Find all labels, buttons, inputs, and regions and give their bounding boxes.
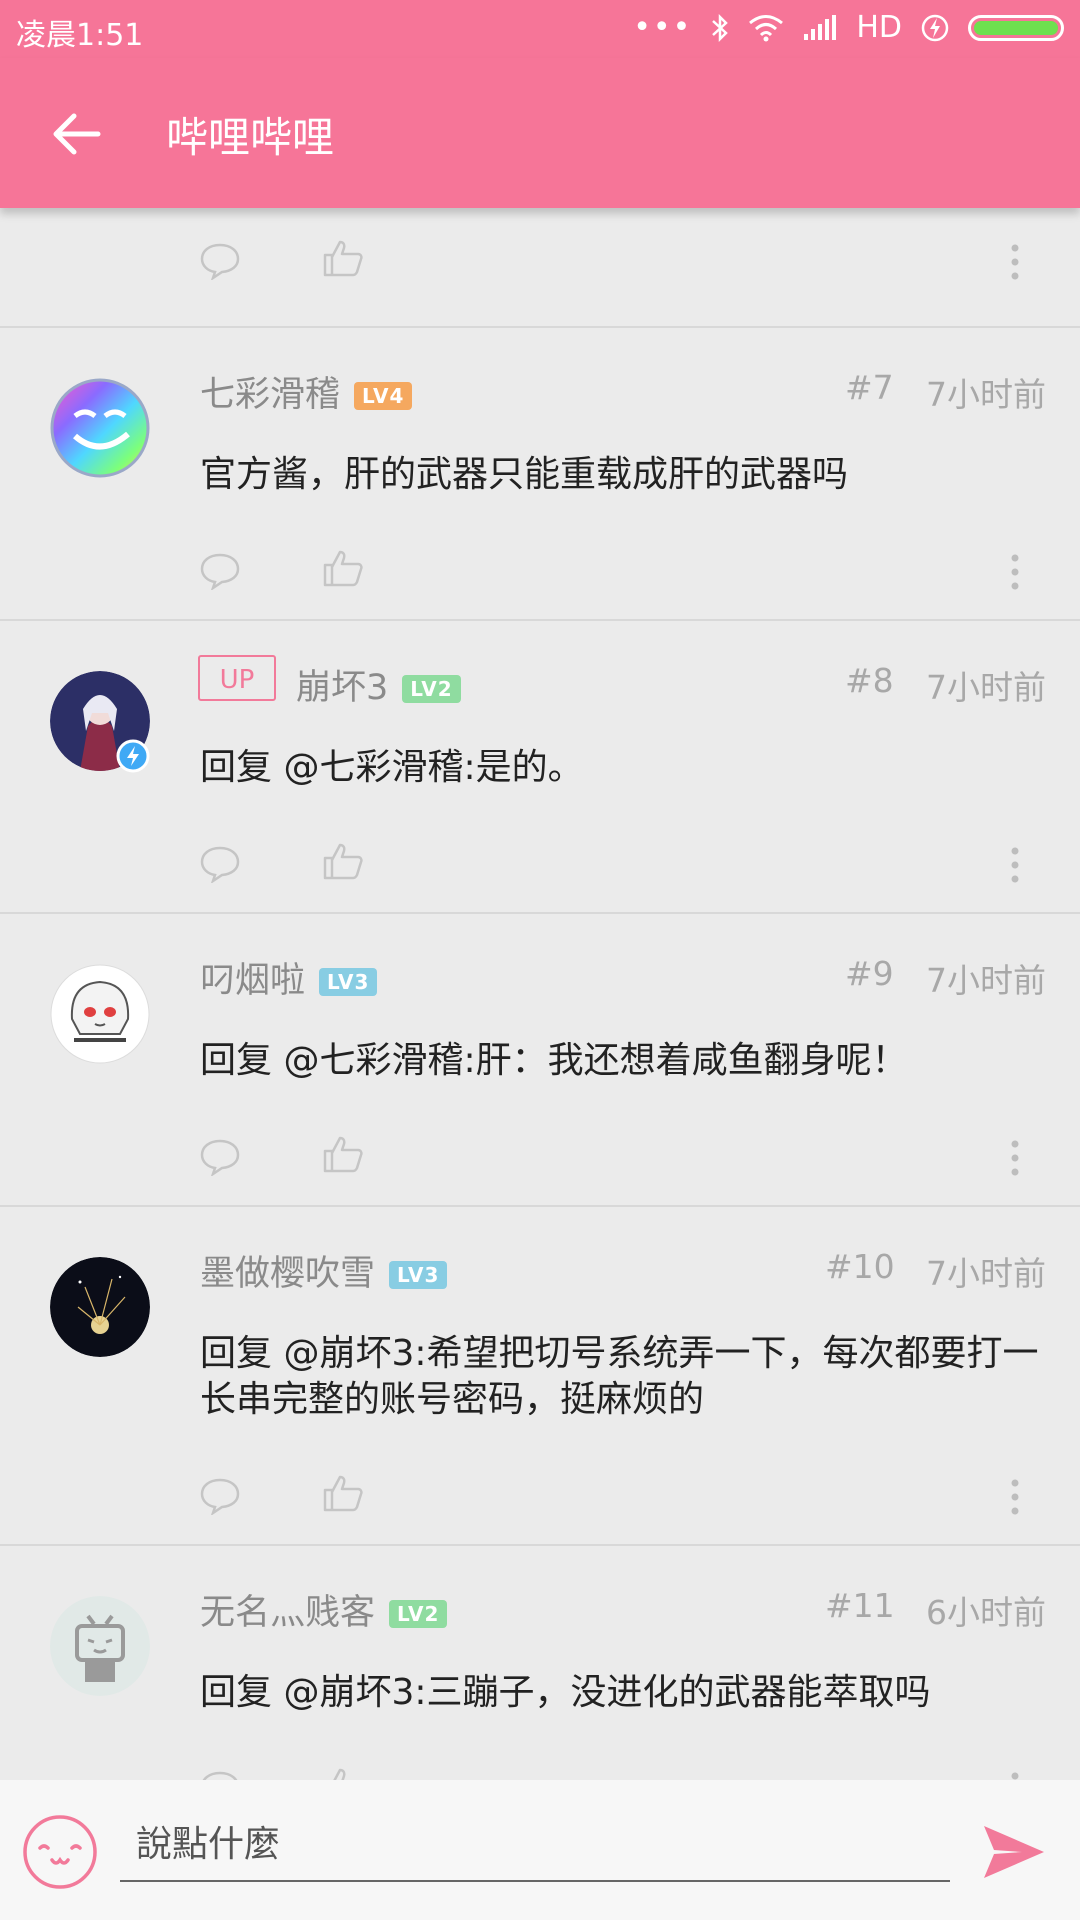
timestamp: 7小时前 <box>926 961 1046 1000</box>
comment-content: 官方酱，肝的武器只能重载成肝的武器吗 <box>200 454 849 495</box>
username-text[interactable]: 叼烟啦 <box>200 961 305 1001</box>
page-title: 哔哩哔哩 <box>166 113 335 162</box>
reply-icon[interactable] <box>200 552 240 590</box>
battery-icon <box>968 14 1064 41</box>
comment-content: 回复 @崩坏3:希望把切号系统弄一下，每次都要打一长串完整的账号密码，挺麻烦的 <box>200 1333 1039 1420</box>
like-icon[interactable] <box>322 548 364 588</box>
more-options-icon[interactable] <box>1010 847 1020 883</box>
comment-content: 回复 @七彩滑稽:是的。 <box>200 747 584 788</box>
list-item: 七彩滑稽 LV4 #7 7小时前 官方酱，肝的武器只能重载成肝的武器吗 <box>0 328 1080 621</box>
send-icon[interactable] <box>982 1822 1046 1882</box>
username-text[interactable]: 无名灬贱客 <box>200 1593 375 1633</box>
username[interactable]: 无名灬贱客 LV2 <box>200 1584 448 1635</box>
comment-content: 回复 @七彩滑稽:肝：我还想着咸鱼翻身呢！ <box>200 1040 908 1081</box>
emoji-icon[interactable] <box>22 1814 98 1890</box>
like-icon[interactable] <box>322 238 364 278</box>
avatar[interactable] <box>50 964 150 1064</box>
timestamp: 6小时前 <box>926 1593 1046 1632</box>
like-icon[interactable] <box>322 1134 364 1174</box>
username-text[interactable]: 七彩滑稽 <box>200 375 340 415</box>
comment-input-bar <box>0 1780 1080 1920</box>
username-text[interactable]: 墨做樱吹雪 <box>200 1254 375 1294</box>
up-badge: UP <box>198 655 276 701</box>
floor-number: #9 <box>845 954 894 993</box>
like-icon[interactable] <box>322 841 364 881</box>
verified-icon <box>116 739 150 773</box>
more-options-icon[interactable] <box>1010 1140 1020 1176</box>
signal-icon <box>804 14 837 40</box>
comment-content: 回复 @崩坏3:三蹦子，没进化的武器能萃取吗 <box>200 1672 931 1713</box>
avatar[interactable] <box>50 1596 150 1696</box>
comment-list[interactable]: 七彩滑稽 LV4 #7 7小时前 官方酱，肝的武器只能重载成肝的武器吗 UP 崩坏… <box>0 208 1080 1780</box>
timestamp: 7小时前 <box>926 668 1046 707</box>
level-badge: LV3 <box>319 968 378 996</box>
reply-icon[interactable] <box>200 1138 240 1176</box>
like-icon[interactable] <box>322 1473 364 1513</box>
back-arrow-icon[interactable] <box>48 104 108 164</box>
floor-number: #10 <box>825 1247 895 1286</box>
avatar[interactable] <box>50 378 150 478</box>
username[interactable]: 崩坏3 LV2 <box>296 659 461 710</box>
list-item: 墨做樱吹雪 LV3 #10 7小时前 回复 @崩坏3:希望把切号系统弄一下，每次都… <box>0 1207 1080 1546</box>
status-bar: 凌晨1:51 ••• HD <box>0 0 1080 58</box>
bluetooth-icon <box>712 13 729 42</box>
like-icon[interactable] <box>322 1766 364 1780</box>
username[interactable]: 七彩滑稽 LV4 <box>200 366 413 417</box>
more-notifications-icon: ••• <box>633 10 693 45</box>
charging-icon <box>921 14 949 41</box>
username[interactable]: 墨做樱吹雪 LV3 <box>200 1245 448 1296</box>
username[interactable]: 叼烟啦 LV3 <box>200 952 378 1003</box>
level-badge: LV3 <box>389 1261 448 1289</box>
status-icons: ••• HD <box>633 10 1064 45</box>
timestamp: 7小时前 <box>926 1254 1046 1293</box>
level-badge: LV4 <box>354 382 413 410</box>
level-badge: LV2 <box>402 675 461 703</box>
reply-icon[interactable] <box>200 1477 240 1515</box>
floor-number: #8 <box>845 661 894 700</box>
reply-icon[interactable] <box>200 845 240 883</box>
status-time: 凌晨1:51 <box>16 18 144 53</box>
more-options-icon[interactable] <box>1010 1479 1020 1515</box>
comment-input[interactable] <box>120 1808 950 1882</box>
level-badge: LV2 <box>389 1600 448 1628</box>
floor-number: #11 <box>825 1586 895 1625</box>
reply-icon[interactable] <box>200 242 240 280</box>
more-options-icon[interactable] <box>1010 244 1020 280</box>
reply-icon[interactable] <box>200 1770 240 1780</box>
list-item: 叼烟啦 LV3 #9 7小时前 回复 @七彩滑稽:肝：我还想着咸鱼翻身呢！ <box>0 914 1080 1207</box>
more-options-icon[interactable] <box>1010 1772 1020 1780</box>
list-item <box>0 208 1080 328</box>
network-label: HD <box>856 10 902 45</box>
avatar[interactable] <box>50 1257 150 1357</box>
floor-number: #7 <box>845 368 894 407</box>
wifi-icon <box>749 14 784 41</box>
username-text[interactable]: 崩坏3 <box>296 668 388 708</box>
timestamp: 7小时前 <box>926 375 1046 414</box>
more-options-icon[interactable] <box>1010 554 1020 590</box>
list-item: 无名灬贱客 LV2 #11 6小时前 回复 @崩坏3:三蹦子，没进化的武器能萃取吗 <box>0 1546 1080 1780</box>
list-item: UP 崩坏3 LV2 #8 7小时前 回复 @七彩滑稽:是的。 <box>0 621 1080 914</box>
app-bar: 哔哩哔哩 <box>0 58 1080 208</box>
